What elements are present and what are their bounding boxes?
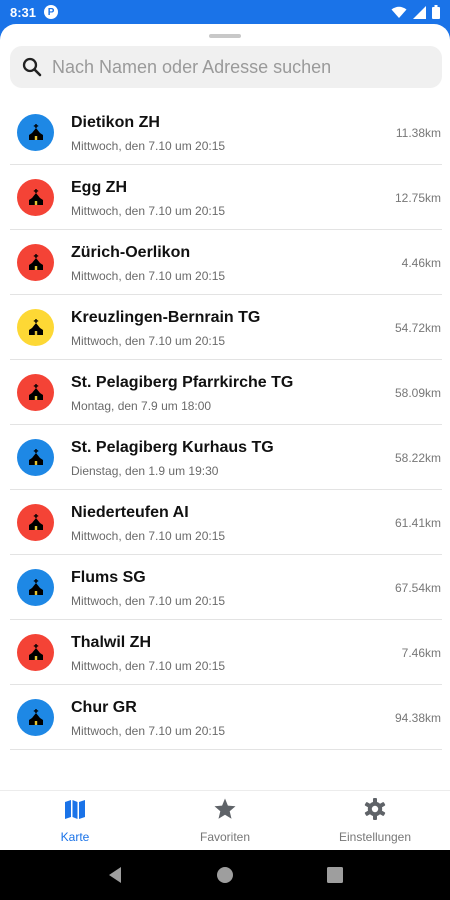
church-icon	[28, 253, 43, 270]
list-item[interactable]: Flums SG Mittwoch, den 7.10 um 20:15 67.54…	[0, 555, 450, 620]
item-text: Flums SG Mittwoch, den 7.10 um 20:15	[71, 568, 395, 608]
drag-handle[interactable]	[209, 34, 241, 38]
church-icon	[28, 513, 43, 530]
search-icon	[22, 57, 42, 77]
bottom-navigation: Karte Favoriten Einstellungen	[0, 790, 450, 850]
location-date: Mittwoch, den 7.10 um 20:15	[71, 723, 226, 738]
list-item[interactable]: Zürich-Oerlikon Mittwoch, den 7.10 um 20:…	[0, 230, 450, 295]
location-date: Mittwoch, den 7.10 um 20:15	[71, 528, 226, 543]
marker-red	[17, 374, 54, 411]
recents-icon[interactable]	[327, 867, 344, 883]
app-notification-icon: P	[44, 5, 59, 19]
home-icon[interactable]	[216, 866, 234, 884]
location-distance: 58.22km	[394, 450, 441, 465]
item-text: Niederteufen AI Mittwoch, den 7.10 um 20:…	[71, 503, 395, 543]
location-date: Mittwoch, den 7.10 um 20:15	[71, 593, 226, 608]
location-name: Thalwil ZH	[71, 633, 151, 651]
marker-yellow	[17, 309, 54, 346]
location-distance: 54.72km	[394, 320, 441, 335]
location-distance: 7.46km	[401, 645, 441, 660]
list-item[interactable]: Egg ZH Mittwoch, den 7.10 um 20:15 12.75km	[0, 165, 450, 230]
marker-red	[17, 504, 54, 541]
location-name: Zürich-Oerlikon	[71, 243, 191, 261]
church-icon	[28, 188, 43, 205]
location-date: Mittwoch, den 7.10 um 20:15	[71, 138, 226, 153]
list-item[interactable]: St. Pelagiberg Kurhaus TG Dienstag, den 1…	[0, 425, 450, 490]
marker-blue	[17, 114, 54, 151]
church-icon	[28, 643, 43, 660]
signal-icon	[413, 5, 426, 19]
nav-item-favoriten[interactable]: Favoriten	[150, 791, 300, 850]
list-item[interactable]: Chur GR Mittwoch, den 7.10 um 20:15 94.38k…	[0, 685, 450, 750]
gear-icon	[363, 797, 387, 826]
search-bar[interactable]	[10, 46, 442, 88]
list-item[interactable]: Dietikon ZH Mittwoch, den 7.10 um 20:15 11…	[0, 100, 450, 165]
church-icon	[28, 383, 43, 400]
wifi-icon	[391, 6, 407, 18]
marker-red	[17, 634, 54, 671]
list-item[interactable]: Niederteufen AI Mittwoch, den 7.10 um 20:…	[0, 490, 450, 555]
church-icon	[28, 578, 43, 595]
location-name: Dietikon ZH	[71, 113, 160, 131]
search-input[interactable]	[52, 56, 432, 78]
location-distance: 61.41km	[394, 515, 441, 530]
bottom-sheet: Dietikon ZH Mittwoch, den 7.10 um 20:15 11…	[0, 24, 450, 850]
nav-item-karte[interactable]: Karte	[0, 791, 150, 850]
item-text: Dietikon ZH Mittwoch, den 7.10 um 20:15	[71, 113, 396, 153]
nav-item-einstellungen[interactable]: Einstellungen	[300, 791, 450, 850]
location-name: Niederteufen AI	[71, 503, 189, 521]
location-date: Mittwoch, den 7.10 um 20:15	[71, 268, 226, 283]
list-item[interactable]: Kreuzlingen-Bernrain TG Mittwoch, den 7.1…	[0, 295, 450, 360]
location-name: St. Pelagiberg Kurhaus TG	[71, 438, 274, 456]
location-distance: 11.38km	[395, 125, 441, 140]
status-time: 8:31	[10, 4, 37, 20]
church-icon	[28, 448, 43, 465]
location-name: Chur GR	[71, 698, 137, 716]
church-icon	[28, 123, 43, 140]
location-date: Montag, den 7.9 um 18:00	[71, 398, 212, 413]
location-date: Dienstag, den 1.9 um 19:30	[71, 463, 219, 478]
marker-red	[17, 244, 54, 281]
back-icon[interactable]	[107, 866, 123, 884]
marker-blue	[17, 699, 54, 736]
nav-label: Favoriten	[199, 830, 251, 844]
list-item[interactable]: St. Pelagiberg Pfarrkirche TG Montag, den…	[0, 360, 450, 425]
item-text: Zürich-Oerlikon Mittwoch, den 7.10 um 20:…	[71, 243, 402, 283]
nav-label: Karte	[60, 830, 90, 844]
church-icon	[28, 708, 43, 725]
location-distance: 4.46km	[401, 255, 441, 270]
list-item[interactable]: Thalwil ZH Mittwoch, den 7.10 um 20:15 7.4…	[0, 620, 450, 685]
location-distance: 12.75km	[394, 190, 441, 205]
item-text: Kreuzlingen-Bernrain TG Mittwoch, den 7.1…	[71, 308, 395, 348]
marker-blue	[17, 569, 54, 606]
location-name: Kreuzlingen-Bernrain TG	[71, 308, 261, 326]
map-icon	[63, 797, 87, 826]
android-navigation-bar	[0, 850, 450, 900]
location-name: Egg ZH	[71, 178, 127, 196]
location-distance: 58.09km	[394, 385, 441, 400]
status-bar: 8:31 P	[0, 0, 450, 24]
marker-blue	[17, 439, 54, 476]
status-icons	[391, 5, 440, 19]
item-text: Chur GR Mittwoch, den 7.10 um 20:15	[71, 698, 395, 738]
location-date: Mittwoch, den 7.10 um 20:15	[71, 203, 226, 218]
item-text: St. Pelagiberg Kurhaus TG Dienstag, den 1…	[71, 438, 395, 478]
location-date: Mittwoch, den 7.10 um 20:15	[71, 658, 226, 673]
location-name: Flums SG	[71, 568, 146, 586]
location-list: Dietikon ZH Mittwoch, den 7.10 um 20:15 11…	[0, 100, 450, 750]
location-date: Mittwoch, den 7.10 um 20:15	[71, 333, 226, 348]
location-distance: 94.38km	[394, 710, 441, 725]
marker-red	[17, 179, 54, 216]
star-icon	[213, 797, 237, 826]
battery-icon	[432, 5, 440, 19]
location-name: St. Pelagiberg Pfarrkirche TG	[71, 373, 294, 391]
item-text: St. Pelagiberg Pfarrkirche TG Montag, den…	[71, 373, 395, 413]
nav-label: Einstellungen	[338, 830, 412, 844]
item-text: Egg ZH Mittwoch, den 7.10 um 20:15	[71, 178, 395, 218]
church-icon	[28, 318, 43, 335]
item-text: Thalwil ZH Mittwoch, den 7.10 um 20:15	[71, 633, 402, 673]
location-distance: 67.54km	[394, 580, 441, 595]
